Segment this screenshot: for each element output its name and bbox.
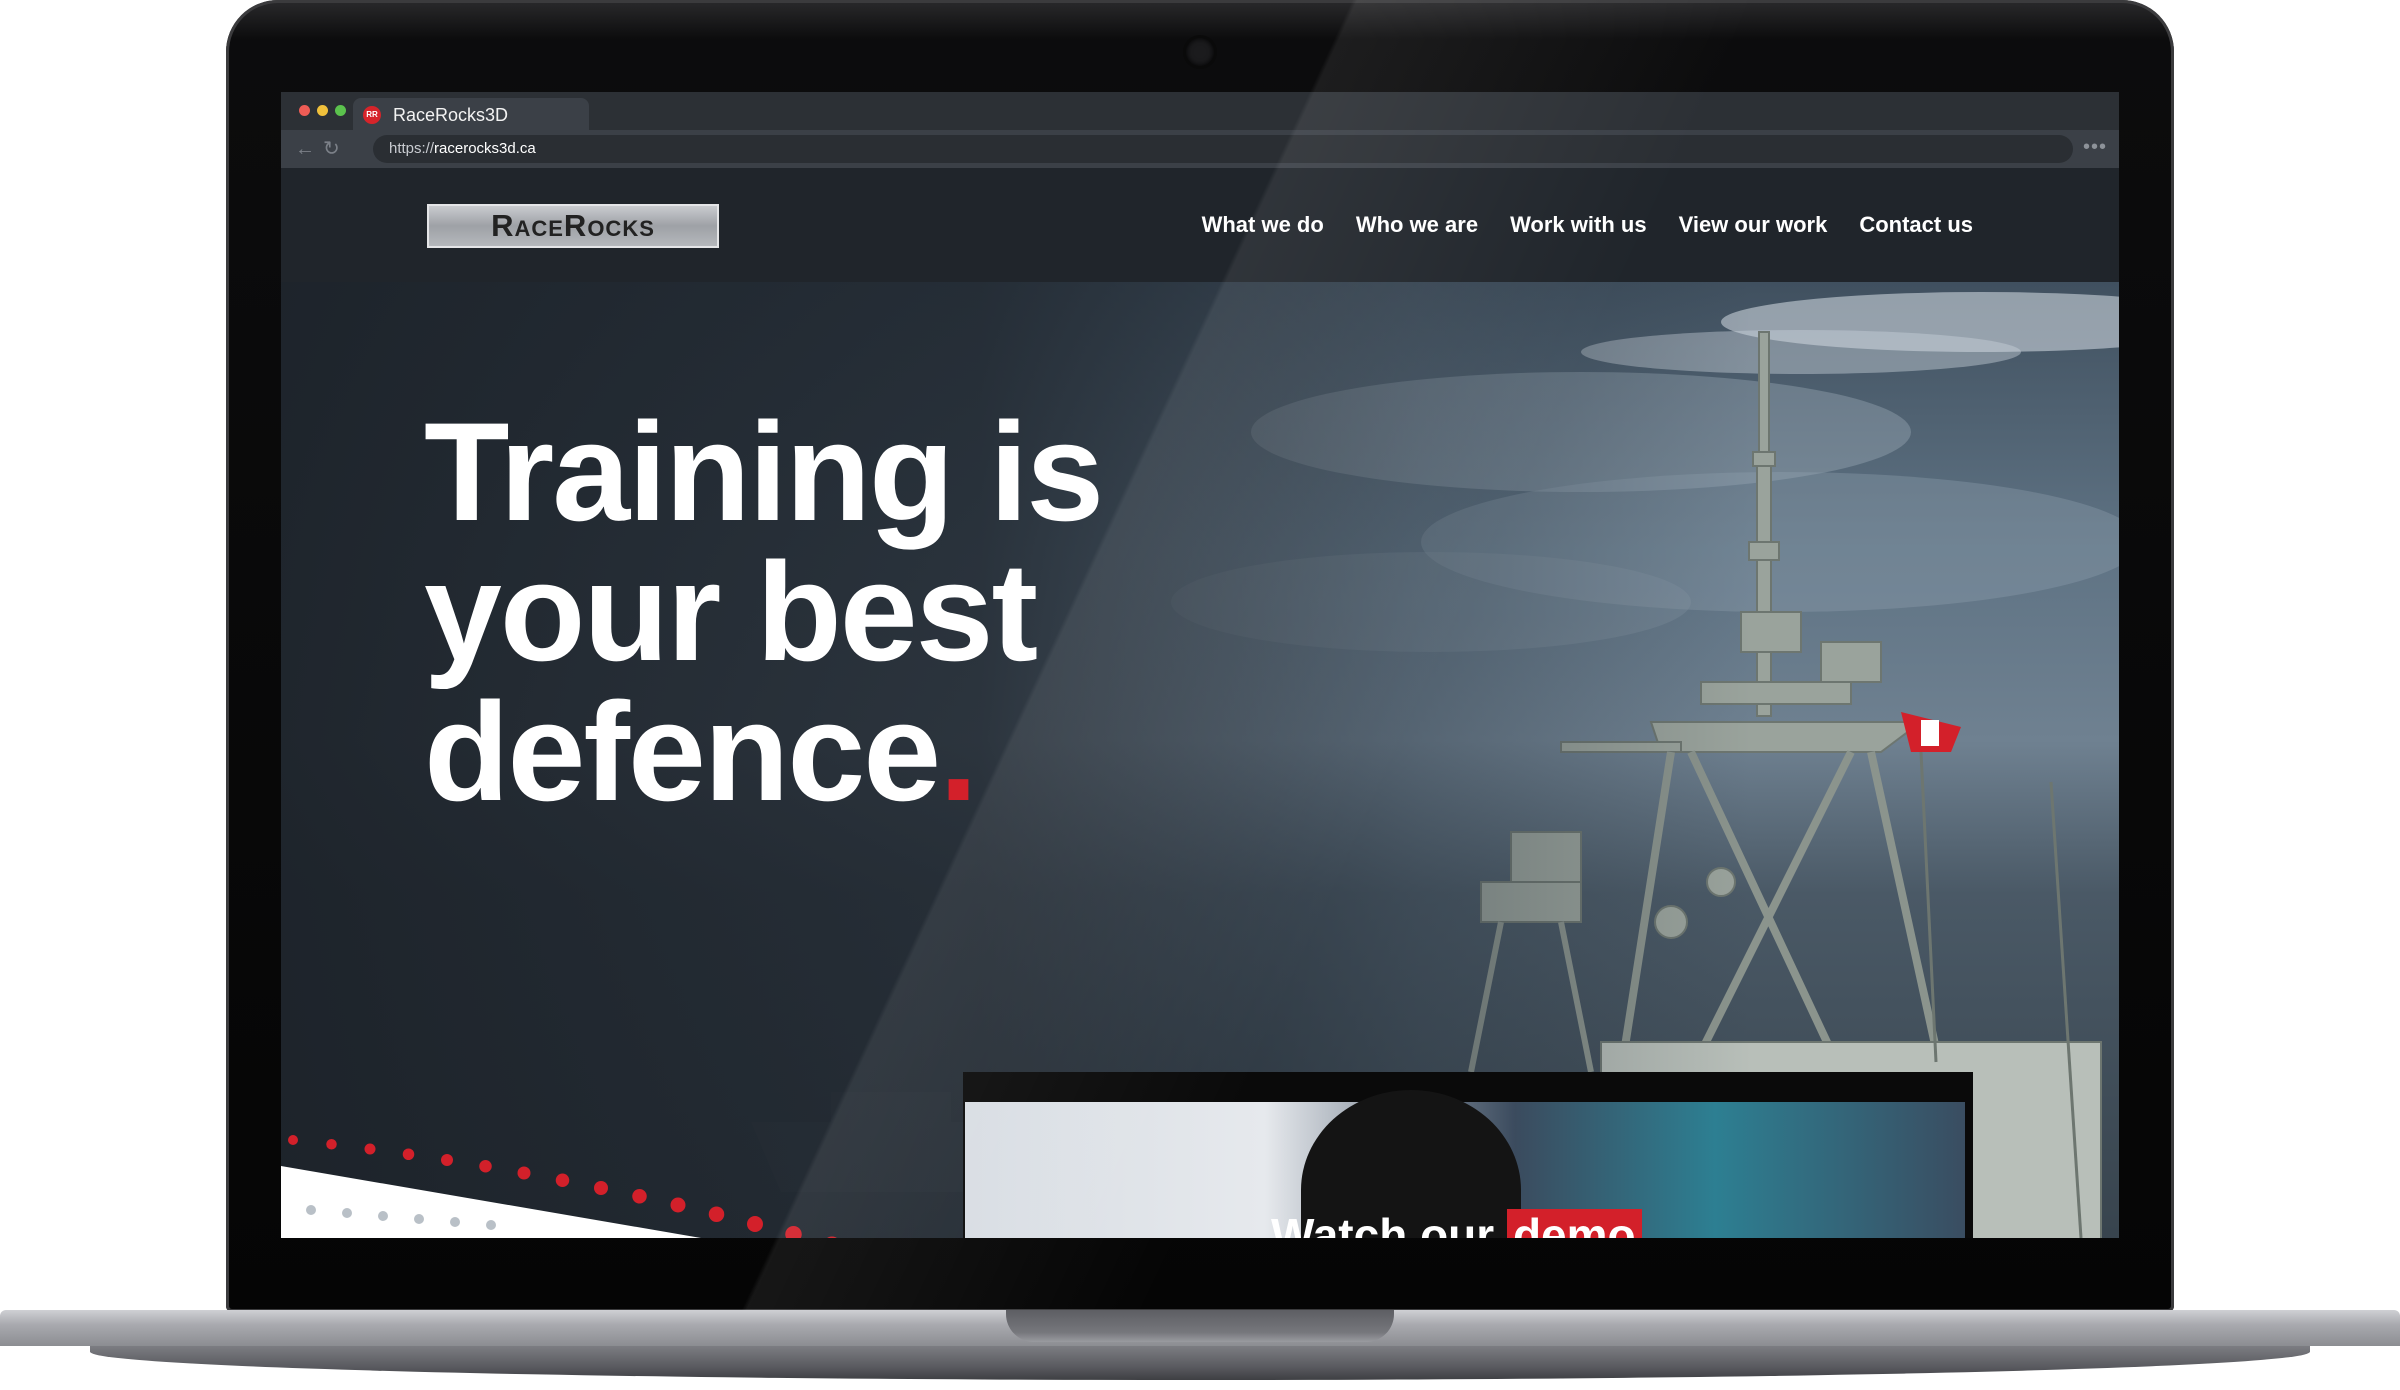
decorative-grey-dot: [342, 1208, 352, 1218]
minimize-window-button[interactable]: [317, 105, 328, 116]
decorative-red-dot: [632, 1189, 647, 1204]
decorative-red-dot: [517, 1166, 531, 1180]
main-nav: What we do Who we are Work with us View …: [1202, 212, 1973, 238]
back-arrow-icon[interactable]: ←: [295, 138, 315, 160]
nav-who-we-are[interactable]: Who we are: [1356, 212, 1478, 238]
tab-title: RaceRocks3D: [393, 105, 509, 125]
decorative-red-dot: [441, 1154, 453, 1166]
address-bar-row: ← ↻ https://racerocks3d.ca •••: [281, 130, 2119, 168]
decorative-grey-dot: [378, 1211, 388, 1221]
racerocks-logo[interactable]: RaceRocks: [427, 204, 719, 248]
url-field[interactable]: https://racerocks3d.ca: [373, 135, 2073, 163]
decorative-grey-dot: [306, 1205, 316, 1215]
nav-view-our-work[interactable]: View our work: [1679, 212, 1828, 238]
decorative-red-dot: [555, 1173, 570, 1187]
decorative-red-dot: [827, 1236, 837, 1238]
decorative-red-dot: [785, 1226, 802, 1238]
url-scheme: https://: [389, 140, 435, 157]
maximize-window-button[interactable]: [335, 105, 346, 116]
decorative-dots: [288, 1135, 837, 1238]
decorative-grey-dot: [450, 1217, 460, 1227]
decorative-red-dot: [364, 1143, 376, 1155]
favicon-icon: RR: [363, 106, 381, 124]
decorative-grey-dot: [414, 1214, 424, 1224]
screen: RR RaceRocks3D ← ↻ https://racerocks3d.c…: [281, 92, 2119, 1238]
nav-contact-us[interactable]: Contact us: [1859, 212, 1973, 238]
decorative-red-dot: [479, 1160, 492, 1173]
reload-icon[interactable]: ↻: [323, 138, 340, 160]
decorative-grey-dot: [486, 1220, 496, 1230]
browser-tab[interactable]: RR RaceRocks3D: [353, 98, 589, 130]
decorative-red-dot: [708, 1206, 725, 1222]
decorative-red-dot: [326, 1139, 337, 1150]
more-horizontal-icon[interactable]: •••: [2083, 136, 2107, 159]
decorative-red-dot: [670, 1197, 686, 1213]
laptop-base-bottom: [90, 1346, 2310, 1380]
nav-what-we-do[interactable]: What we do: [1202, 212, 1324, 238]
nav-work-with-us[interactable]: Work with us: [1510, 212, 1647, 238]
decorative-red-dot: [288, 1135, 298, 1145]
close-window-button[interactable]: [299, 105, 310, 116]
decorative-red-dot: [594, 1181, 608, 1195]
camera-icon: [1186, 38, 1214, 66]
url-host: racerocks3d.ca: [434, 140, 536, 157]
hero-section: Training is your best defence. Watch our d…: [281, 282, 2119, 1238]
decorative-red-dot: [747, 1216, 763, 1232]
decorative-red-dot: [402, 1148, 415, 1160]
laptop-base: [0, 1310, 2400, 1390]
browser-tab-bar: RR RaceRocks3D: [281, 92, 2119, 130]
laptop-notch: [1006, 1310, 1394, 1342]
